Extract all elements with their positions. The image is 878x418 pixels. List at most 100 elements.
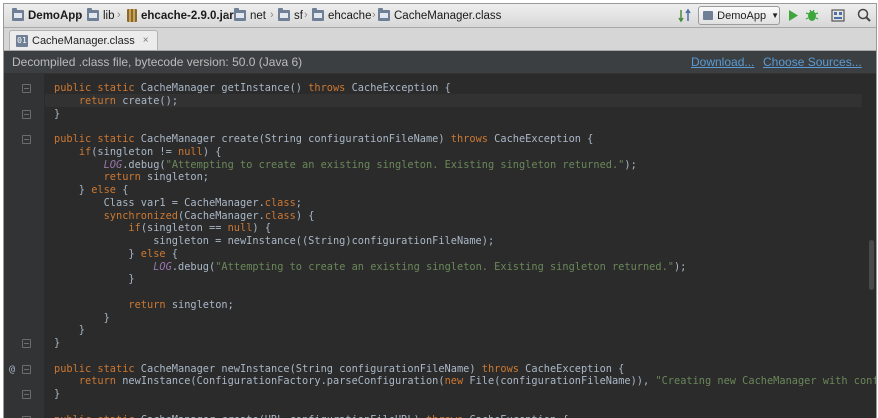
tab-cachemanager-class[interactable]: 01 CacheManager.class ×: [9, 30, 158, 50]
code-token: ) {: [252, 222, 271, 234]
code-token: {: [122, 184, 128, 196]
code-token: singleton = newInstance((String)configur…: [54, 235, 494, 247]
code-line: } else {: [54, 184, 128, 197]
code-token: }: [54, 248, 141, 260]
code-token: return: [79, 375, 122, 387]
debug-icon[interactable]: [804, 6, 820, 25]
breadcrumb-jar[interactable]: ehcache-2.9.0.jar: [127, 7, 234, 24]
class-file-icon: [378, 10, 390, 21]
code-token: public static: [54, 414, 141, 418]
choose-sources-link[interactable]: Choose Sources...: [763, 55, 862, 69]
package-icon: [234, 10, 246, 21]
code-line: public static CacheManager create(String…: [54, 133, 593, 146]
code-token: class: [265, 210, 296, 222]
code-token: class: [265, 197, 296, 209]
code-token: }: [54, 108, 60, 120]
breadcrumb-ehcache[interactable]: ehcache: [312, 7, 371, 24]
code-line: if(singleton != null) {: [54, 146, 221, 159]
code-token: CacheManager create(URL configurationFil…: [141, 414, 426, 418]
download-link[interactable]: Download...: [691, 55, 754, 69]
code-line: return singleton;: [54, 299, 234, 312]
code-line: }: [54, 324, 85, 337]
code-token: singleton;: [147, 171, 209, 183]
code-token: synchronized: [104, 210, 178, 222]
fold-toggle-icon[interactable]: [22, 84, 31, 93]
fold-toggle-icon[interactable]: [22, 365, 31, 374]
run-configuration-label: DemoApp: [717, 10, 766, 22]
code-token: [54, 159, 104, 171]
code-token: }: [54, 324, 85, 336]
code-token: .debug(: [122, 159, 165, 171]
code-token: throws: [308, 82, 351, 94]
breadcrumb-label: net: [250, 10, 266, 22]
vertical-scrollbar[interactable]: [869, 240, 874, 290]
run-configuration-select[interactable]: DemoApp ▼: [698, 6, 780, 25]
package-icon: [278, 10, 290, 21]
code-token: (singleton !=: [91, 146, 178, 158]
code-token: throws: [451, 133, 494, 145]
code-line: }: [54, 108, 60, 121]
ide-window: DemoApp › lib › ehcache-2.9.0.jar › net …: [3, 3, 877, 418]
code-token: );: [674, 261, 686, 273]
code-token: [54, 261, 153, 273]
run-icon[interactable]: [786, 6, 800, 25]
breadcrumb-separator-icon: ›: [304, 9, 308, 21]
code-token: return: [79, 95, 122, 107]
jar-icon: [127, 9, 137, 22]
breadcrumb-separator-icon: ›: [117, 9, 121, 21]
override-marker-icon[interactable]: @: [9, 364, 15, 375]
sort-icon[interactable]: [678, 6, 692, 25]
code-editor[interactable]: @ public static CacheManager getInstance…: [4, 74, 876, 418]
chevron-down-icon: ▼: [771, 11, 779, 20]
code-token: }: [54, 337, 60, 349]
code-line: } else {: [54, 248, 178, 261]
navigation-bar: DemoApp › lib › ehcache-2.9.0.jar › net …: [4, 4, 876, 28]
project-structure-icon[interactable]: [830, 6, 846, 25]
code-token: }: [54, 312, 110, 324]
code-token: }: [54, 184, 91, 196]
code-line: return create();: [54, 95, 178, 108]
fold-toggle-icon[interactable]: [22, 135, 31, 144]
code-token: [54, 222, 128, 234]
code-token: public static: [54, 133, 141, 145]
close-icon[interactable]: ×: [143, 35, 149, 46]
breadcrumb-separator-icon: ›: [270, 9, 274, 21]
code-line: LOG.debug("Attempting to create an exist…: [54, 159, 637, 172]
code-line: public static CacheManager create(URL co…: [54, 414, 569, 418]
code-token: "Attempting to create an existing single…: [166, 159, 625, 171]
code-token: CacheException {: [494, 133, 593, 145]
code-token: create();: [122, 95, 178, 107]
breadcrumb-net[interactable]: net: [234, 7, 266, 24]
code-token: CacheManager newInstance(String configur…: [141, 363, 482, 375]
code-token: [54, 210, 104, 222]
code-token: [54, 299, 128, 311]
fold-toggle-icon[interactable]: [22, 390, 31, 399]
code-line: Class var1 = CacheManager.class;: [54, 197, 302, 210]
project-folder-icon: [12, 10, 24, 21]
code-token: File(configurationFileName)),: [469, 375, 655, 387]
code-token: if: [79, 146, 91, 158]
class-file-icon: 01: [16, 35, 28, 47]
fold-toggle-icon[interactable]: [22, 110, 31, 119]
code-token: throws: [426, 414, 469, 418]
breadcrumb-label: ehcache-2.9.0.jar: [141, 10, 234, 22]
fold-toggle-icon[interactable]: [22, 339, 31, 348]
code-token: [54, 146, 79, 158]
code-line: return newInstance(ConfigurationFactory.…: [54, 375, 877, 388]
code-token: return: [104, 171, 147, 183]
code-token: LOG: [153, 261, 172, 273]
code-token: new: [445, 375, 470, 387]
breadcrumb-class-file[interactable]: CacheManager.class: [378, 7, 501, 24]
code-token: LOG: [104, 159, 123, 171]
code-token: CacheException {: [525, 363, 624, 375]
code-token: (singleton ==: [141, 222, 228, 234]
breadcrumb-sf[interactable]: sf: [278, 7, 303, 24]
code-token: throws: [482, 363, 525, 375]
breadcrumb-separator-icon: ›: [77, 9, 81, 21]
code-token: ) {: [203, 146, 222, 158]
configuration-icon: [703, 11, 713, 20]
search-icon[interactable]: [856, 6, 872, 25]
breadcrumb-demoapp[interactable]: DemoApp: [12, 7, 82, 24]
code-token: "Creating new CacheManager with config: [655, 375, 877, 387]
breadcrumb-lib[interactable]: lib: [87, 7, 115, 24]
